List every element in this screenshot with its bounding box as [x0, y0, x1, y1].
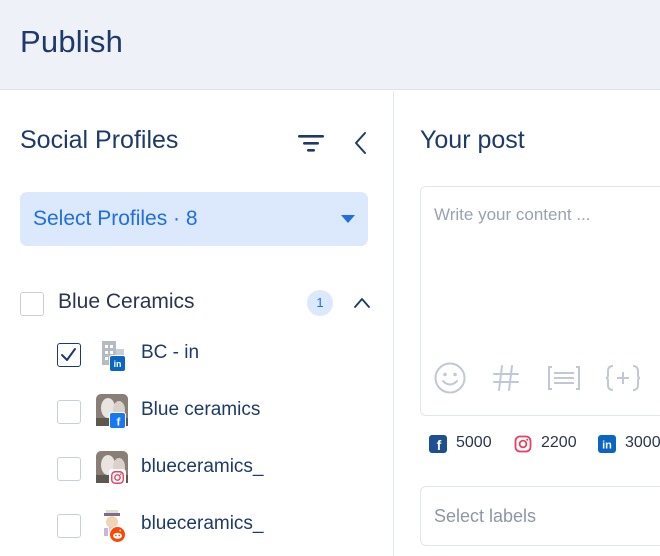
- profile-name: blueceramics_: [141, 456, 264, 477]
- select-profiles-label: Select Profiles · 8: [33, 207, 198, 230]
- select-labels-placeholder: Select labels: [434, 506, 537, 526]
- profile-name: blueceramics_: [141, 513, 264, 534]
- group-checkbox[interactable]: [20, 292, 44, 316]
- social-profiles-panel: Social Profiles Select Profiles · 8 Blue…: [0, 91, 394, 556]
- snippet-icon[interactable]: [547, 364, 581, 392]
- checkmark-icon: [61, 348, 76, 361]
- your-post-title: Your post: [420, 126, 525, 154]
- filter-icon[interactable]: [298, 133, 324, 153]
- profile-checkbox[interactable]: [57, 400, 81, 424]
- profile-name: Blue ceramics: [141, 399, 261, 420]
- profile-checkbox[interactable]: [57, 457, 81, 481]
- collapse-panel-icon[interactable]: [350, 130, 372, 156]
- svg-text:f: f: [437, 437, 442, 453]
- select-labels-dropdown[interactable]: Select labels: [420, 486, 660, 546]
- linkedin-limit-value: 3000: [625, 434, 660, 451]
- content-placeholder: Write your content ...: [434, 205, 591, 224]
- caret-down-icon: [341, 215, 355, 223]
- character-limits: f 5000 2200 in 3000: [429, 433, 660, 455]
- svg-text:f: f: [116, 416, 120, 428]
- variable-icon[interactable]: [605, 364, 641, 392]
- chevron-up-icon[interactable]: [353, 294, 371, 312]
- group-name: Blue Ceramics: [58, 290, 195, 313]
- profile-item[interactable]: f Blue ceramics: [57, 394, 377, 430]
- svg-text:in: in: [114, 359, 122, 369]
- reddit-icon: [109, 526, 126, 543]
- facebook-icon: f: [109, 412, 126, 429]
- select-profiles-dropdown[interactable]: Select Profiles · 8: [20, 192, 368, 246]
- hashtag-icon[interactable]: [491, 363, 521, 393]
- instagram-icon: [514, 435, 532, 453]
- selected-count-badge: 1: [307, 290, 333, 316]
- profile-item[interactable]: blueceramics_: [57, 451, 377, 487]
- facebook-icon: f: [429, 435, 447, 453]
- instagram-icon: [109, 469, 126, 486]
- post-editor-panel: Your post Write your content ... f 5000 …: [395, 91, 660, 556]
- svg-text:in: in: [602, 440, 612, 452]
- linkedin-icon: in: [598, 435, 616, 453]
- emoji-icon[interactable]: [433, 361, 467, 395]
- facebook-limit-value: 5000: [456, 434, 492, 451]
- profile-item[interactable]: in BC - in: [57, 337, 377, 373]
- profile-group-row[interactable]: Blue Ceramics 1: [20, 289, 374, 319]
- linkedin-icon: in: [109, 355, 126, 372]
- profile-name: BC - in: [141, 342, 200, 363]
- profile-checkbox[interactable]: [57, 514, 81, 538]
- top-bar: Publish: [0, 0, 660, 90]
- profile-item[interactable]: blueceramics_: [57, 508, 377, 544]
- profile-checkbox[interactable]: [57, 343, 81, 367]
- post-content-editor[interactable]: Write your content ...: [420, 186, 660, 416]
- instagram-limit-value: 2200: [541, 434, 577, 451]
- page-title: Publish: [20, 24, 124, 59]
- social-profiles-title: Social Profiles: [20, 126, 179, 154]
